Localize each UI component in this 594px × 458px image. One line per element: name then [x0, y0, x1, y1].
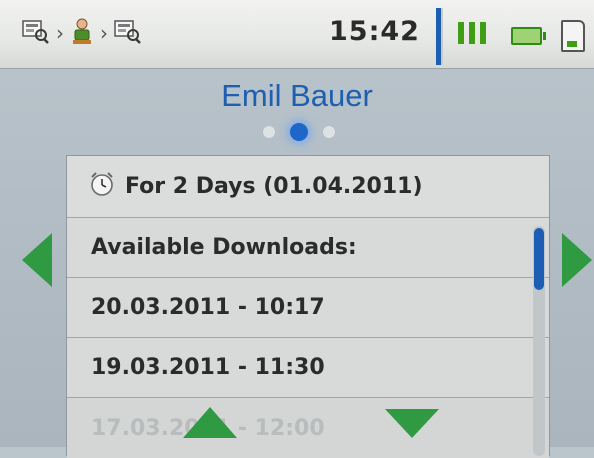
page-title: Emil Bauer	[221, 78, 373, 113]
device-search-icon[interactable]	[22, 18, 50, 48]
list-item[interactable]: 20.03.2011 - 10:17	[67, 278, 549, 338]
downloads-list: For 2 Days (01.04.2011) Available Downlo…	[66, 155, 550, 458]
person-icon[interactable]	[70, 17, 94, 49]
page-dot[interactable]	[262, 125, 276, 139]
page-indicator	[262, 123, 336, 141]
list-item[interactable]: Available Downloads:	[67, 218, 549, 278]
signal-bars-icon	[458, 22, 486, 44]
sd-card-icon	[561, 20, 585, 52]
list-item-label: 20.03.2011 - 10:17	[91, 295, 325, 320]
list-header: For 2 Days (01.04.2011)	[67, 156, 549, 218]
list-item-label: Available Downloads:	[91, 235, 357, 260]
list-header-text: For 2 Days (01.04.2011)	[125, 174, 423, 199]
clock: 15:42	[329, 16, 420, 47]
device-search-icon[interactable]	[114, 18, 142, 48]
page-dot-active[interactable]	[290, 123, 308, 141]
list-item-label: 19.03.2011 - 11:30	[91, 355, 325, 380]
list-item[interactable]: 17.03.2011 - 12:00	[67, 398, 549, 458]
status-divider-shade	[441, 8, 443, 65]
breadcrumb-separator: ›	[56, 21, 64, 45]
scrollbar-thumb[interactable]	[534, 228, 544, 290]
arrow-right-icon[interactable]	[562, 233, 592, 287]
status-bar: › › 15:42	[0, 0, 594, 69]
breadcrumb-separator: ›	[100, 21, 108, 45]
battery-icon	[511, 27, 546, 45]
page-dot[interactable]	[322, 125, 336, 139]
breadcrumb: › ›	[22, 18, 142, 48]
arrow-up-icon[interactable]	[183, 407, 237, 438]
alarm-clock-icon	[89, 171, 115, 203]
arrow-left-icon[interactable]	[22, 233, 52, 287]
arrow-down-icon[interactable]	[385, 409, 439, 438]
list-item[interactable]: 19.03.2011 - 11:30	[67, 338, 549, 398]
